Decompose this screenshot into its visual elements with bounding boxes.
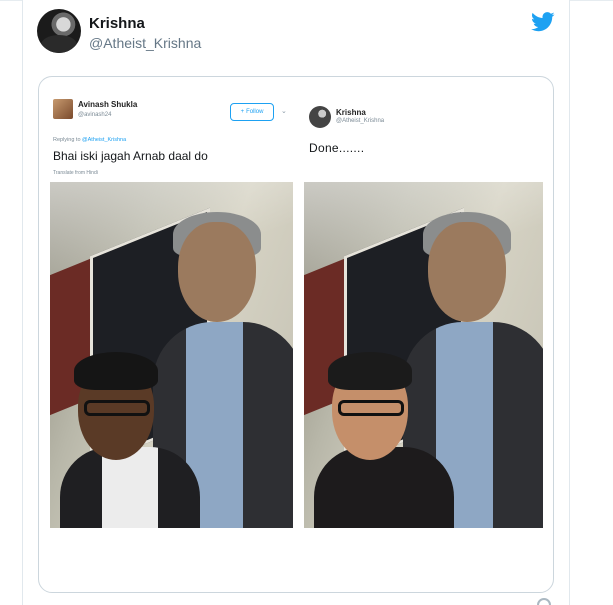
follow-label: Follow [246, 109, 264, 115]
chevron-down-icon: ⌄ [281, 108, 287, 115]
follow-button: + Follow [230, 103, 274, 121]
person-head [178, 222, 256, 322]
author-avatar[interactable] [37, 9, 81, 53]
inner-avatar-right [309, 106, 331, 128]
add-user-icon: + [240, 109, 245, 115]
glasses [338, 400, 404, 416]
inner-handle-right: @Atheist_Krishna [336, 118, 385, 124]
inner-handle-left: @avinash24 [78, 112, 112, 118]
author-name[interactable]: Krishna [89, 15, 145, 32]
person-body [314, 447, 454, 528]
replying-to: Replying to @Atheist_Krishna [53, 137, 126, 143]
selfie-photo-left [50, 182, 293, 528]
replying-prefix: Replying to [53, 137, 83, 143]
author-handle[interactable]: @Atheist_Krishna [89, 35, 201, 51]
person-front [314, 352, 454, 528]
person-head [428, 222, 506, 322]
twitter-bird-icon[interactable] [531, 12, 555, 32]
inner-name-right: Krishna [336, 108, 366, 117]
person-hair [74, 352, 158, 390]
person-body [60, 447, 200, 528]
action-icon[interactable] [537, 598, 551, 605]
selfie-photo-right [304, 182, 543, 528]
glasses [84, 400, 150, 416]
person-hair [328, 352, 412, 390]
inner-avatar-left [53, 99, 73, 119]
translate-link: Translate from Hindi [53, 170, 98, 176]
inner-name-left: Avinash Shukla [78, 100, 138, 109]
person-front [60, 352, 200, 528]
inner-text-right: Done....... [309, 141, 365, 155]
inner-text-left: Bhai iski jagah Arnab daal do [53, 149, 208, 163]
replying-handle: @Atheist_Krishna [82, 137, 127, 143]
